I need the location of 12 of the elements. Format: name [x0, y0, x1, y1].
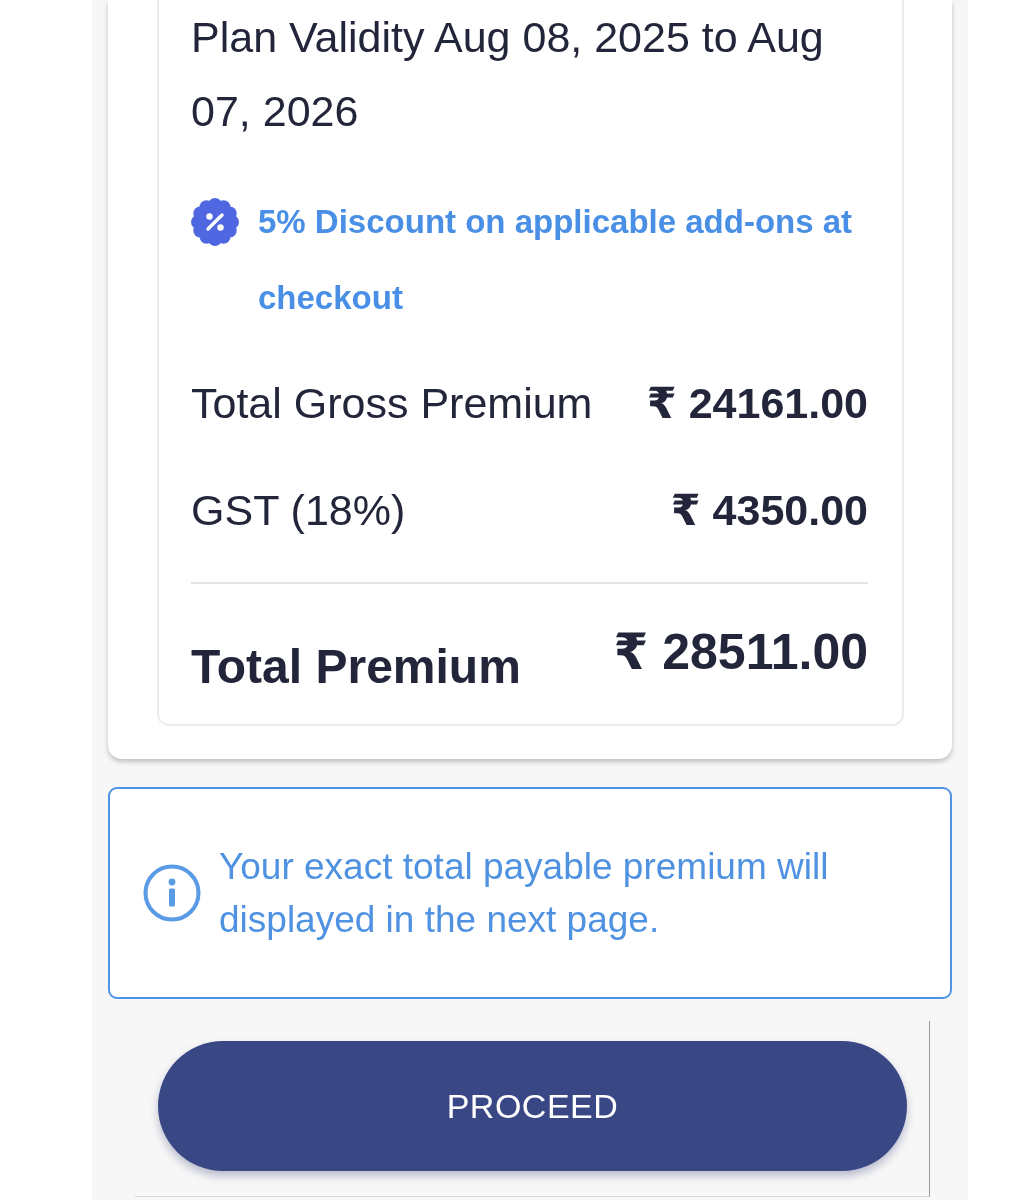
discount-badge-icon — [191, 198, 239, 246]
plan-validity-text: Plan Validity Aug 08, 2025 to Aug 07, 2026 — [191, 12, 825, 137]
proceed-button[interactable]: PROCEED — [158, 1041, 907, 1171]
total-premium-amount: ₹ 28511.00 — [613, 623, 868, 680]
info-text: Your exact total payable premium will displayed in the next page. — [219, 845, 830, 942]
charge-amount: ₹ 4350.00 — [670, 485, 868, 535]
charge-amount: ₹ 24161.00 — [646, 378, 868, 428]
charge-label: GST (18%) — [191, 485, 406, 535]
charge-label: Total Gross Premium — [191, 378, 593, 428]
discount-note: 5% Discount on applicable add-ons at checkout — [258, 202, 854, 318]
info-icon — [143, 864, 201, 922]
total-premium-label: Total Premium — [191, 639, 521, 694]
